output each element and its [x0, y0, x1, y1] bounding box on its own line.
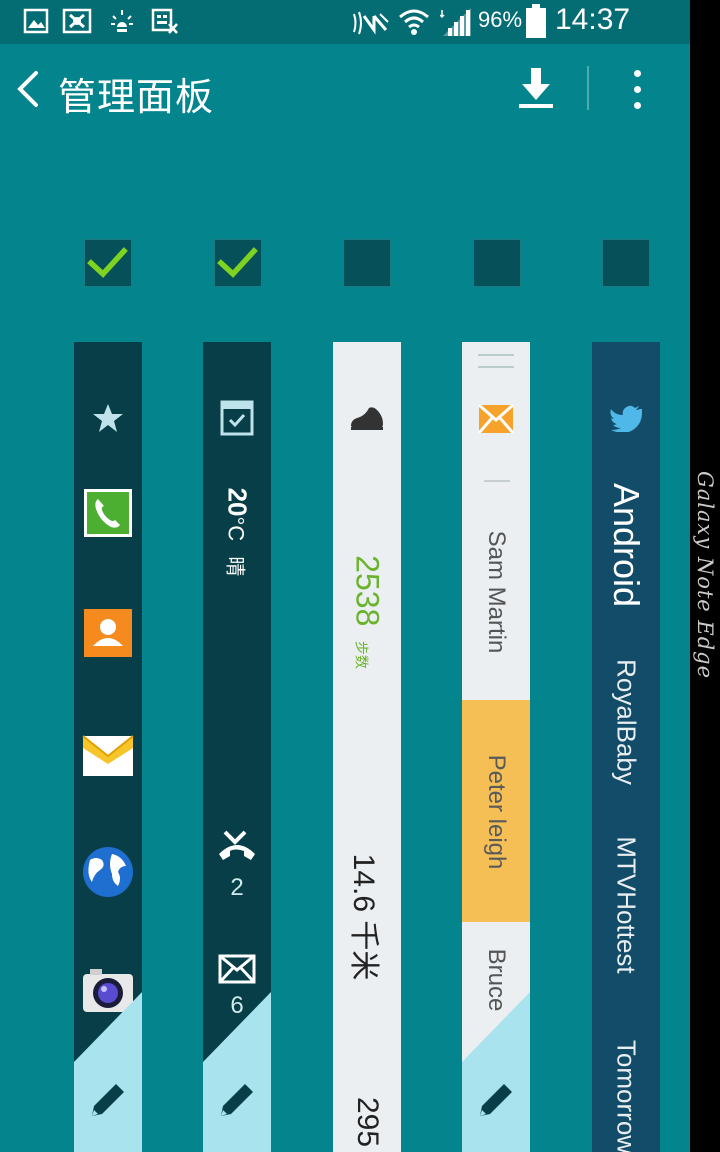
edit-corner[interactable]: [462, 992, 530, 1152]
panel-checkbox-favorites[interactable]: [84, 239, 132, 287]
trend-item[interactable]: MTVHottest: [611, 836, 642, 973]
pencil-icon: [480, 1084, 512, 1116]
nfc-icon: [350, 10, 389, 38]
temperature-unit: °C: [223, 516, 249, 542]
pencil-icon: [221, 1084, 253, 1116]
email-icon[interactable]: [82, 730, 134, 780]
steps-value: 2538: [349, 555, 386, 627]
missed-call-count: 2: [230, 874, 244, 901]
missed-call-icon: [219, 830, 255, 860]
twitter-icon: [610, 405, 642, 432]
calendar-icon: [220, 400, 254, 436]
panel-checkbox-twitter[interactable]: [602, 239, 650, 287]
steps-label: 步数: [353, 640, 370, 669]
trend-item[interactable]: Tomorrow: [611, 1040, 642, 1152]
back-button[interactable]: [10, 66, 46, 112]
contact-name[interactable]: Peter leigh: [482, 755, 510, 870]
chevron-left-icon: [17, 71, 38, 107]
battery-percent: 96%: [478, 7, 523, 32]
wifi-icon: [398, 6, 429, 35]
steps-readout: 2538 步数: [349, 555, 386, 669]
drag-handle[interactable]: [478, 354, 514, 368]
divider: [484, 480, 510, 482]
panel-checkbox-s-health[interactable]: [343, 239, 391, 287]
panel-contacts[interactable]: Sam Martin Peter leigh Bruce: [462, 342, 530, 1152]
message-icon: [218, 954, 256, 984]
pencil-icon: [92, 1084, 124, 1116]
download-icon: [519, 68, 553, 108]
email-icon: [478, 404, 514, 434]
trend-item[interactable]: Android: [605, 483, 647, 607]
edit-corner[interactable]: [203, 992, 271, 1152]
panel-s-health[interactable]: 2538 步数 14.6 千米 295: [333, 342, 401, 1152]
edit-corner[interactable]: [74, 992, 142, 1152]
trend-item[interactable]: RoyalBaby: [611, 659, 642, 785]
panel-checkbox-contacts[interactable]: [473, 239, 521, 287]
check-icon: [217, 247, 258, 278]
globe-icon[interactable]: [82, 846, 134, 898]
overflow-menu-icon: [634, 70, 641, 77]
panel-checkbox-briefing[interactable]: [214, 239, 262, 287]
signal-icon: [439, 6, 471, 36]
overflow-menu-button[interactable]: [624, 64, 654, 116]
battery-icon: [525, 4, 553, 38]
panel-favorites[interactable]: [74, 342, 142, 1152]
overflow-dot: [634, 102, 641, 109]
status-bar: 96% 14:37: [0, 0, 690, 44]
distance-value: 14.6 千米: [347, 853, 380, 981]
contacts-icon[interactable]: [83, 608, 133, 658]
status-bar-system: 96% 14:37: [0, 0, 690, 44]
panel-twitter-trends[interactable]: Android RoyalBaby MTVHottest Tomorrow: [592, 342, 660, 1152]
contact-name[interactable]: Sam Martin: [482, 531, 510, 654]
check-icon: [87, 247, 128, 278]
edge-brand-label: Galaxy Note Edge: [693, 470, 717, 680]
calories-value: 295: [351, 1096, 384, 1148]
overflow-dot: [634, 86, 641, 93]
temperature-value: 20: [222, 487, 253, 517]
clock: 14:37: [555, 3, 631, 36]
phone-icon[interactable]: [83, 488, 133, 538]
page-title: 管理面板: [58, 75, 215, 119]
star-icon: [93, 404, 123, 432]
appbar-divider: [587, 66, 589, 110]
weather-readout: 20°C 晴: [222, 488, 253, 577]
weather-condition: 晴: [223, 556, 246, 577]
screen: 96% 14:37 管理面板 20°C 晴 2 6 2538 步数 14.6 千…: [0, 0, 690, 1152]
shoe-icon: [351, 407, 383, 430]
panel-briefing[interactable]: 20°C 晴 2 6: [203, 342, 271, 1152]
app-bar: 管理面板: [0, 44, 690, 136]
download-button[interactable]: [510, 62, 562, 114]
